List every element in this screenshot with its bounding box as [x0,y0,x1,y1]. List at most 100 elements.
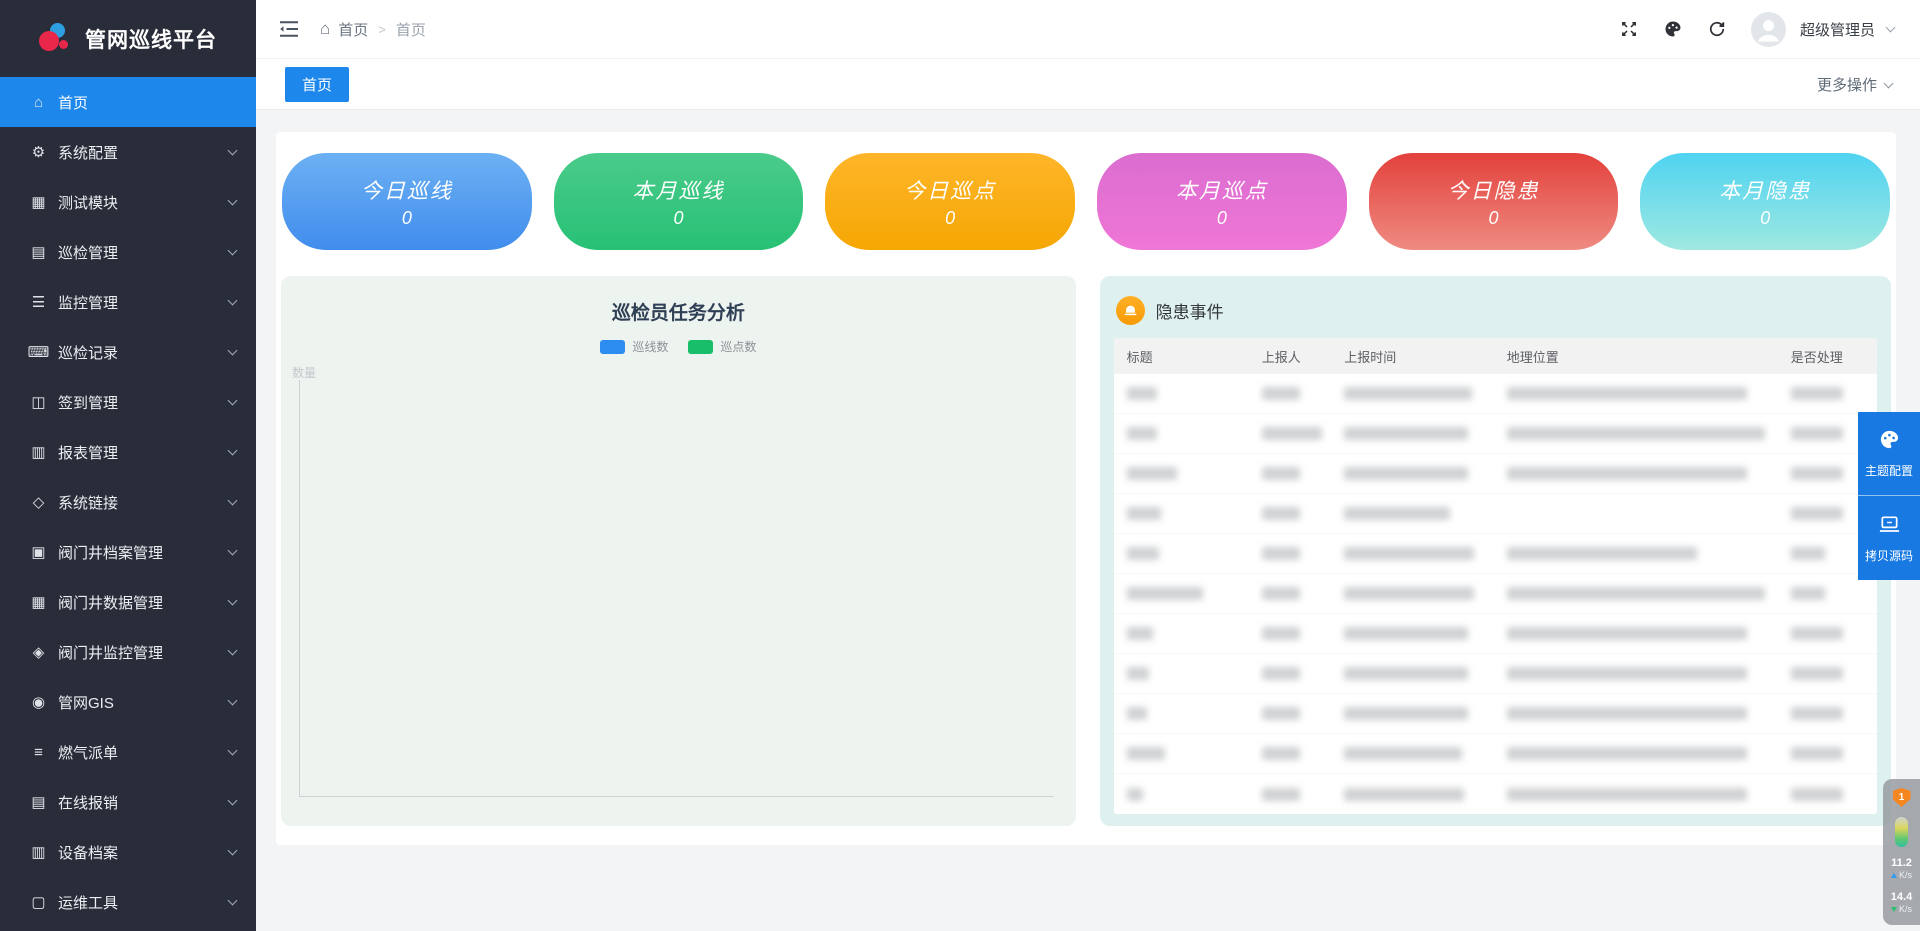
upload-unit: K/s [1899,870,1912,881]
download-unit: K/s [1899,904,1912,915]
sidebar-item-15[interactable]: ▥设备档案 [0,827,256,877]
chevron-down-icon [228,496,238,506]
speed-gauge-icon [1895,817,1908,847]
legend-label: 巡点数 [720,338,756,355]
table-row[interactable] [1114,494,1877,534]
sidebar: 管网巡线平台 ⌂首页⚙系统配置▦测试模块▤巡检管理 ☰ 监控管理 ⌨巡检记录◫签到管理… [0,0,256,931]
fullscreen-icon[interactable] [1619,19,1639,39]
column-header-0: 标题 [1114,347,1249,366]
refresh-icon[interactable] [1707,19,1727,39]
chart-plot-area [299,380,1054,797]
stat-card-2[interactable]: 今日巡点 0 [825,153,1075,250]
sidebar-item-14[interactable]: ▤在线报销 [0,777,256,827]
table-row[interactable] [1114,454,1877,494]
stat-card-value: 0 [674,208,684,229]
float-button-0[interactable]: 主题配置 [1858,412,1920,496]
sidebar-item-9[interactable]: ▣阀门井档案管理 [0,527,256,577]
sidebar-item-11[interactable]: ◈阀门井监控管理 [0,627,256,677]
legend-item[interactable]: 巡点数 [688,338,756,355]
table-cell-redacted [1331,387,1494,400]
legend-item[interactable]: 巡线数 [600,338,668,355]
sidebar-item-3[interactable]: ▤巡检管理 [0,227,256,277]
table-cell-redacted [1249,427,1331,440]
sidebar-item-16[interactable]: ▢运维工具 [0,877,256,927]
sidebar-item-8[interactable]: ◇系统链接 [0,477,256,527]
chevron-down-icon [228,696,238,706]
sidebar-item-1[interactable]: ⚙系统配置 [0,127,256,177]
stat-card-label: 本月巡线 [633,175,725,205]
terminal-icon: ▢ [27,893,50,911]
avatar[interactable] [1751,12,1786,47]
tab-home[interactable]: 首页 [285,67,349,102]
monitor-list-icon: ☰ [27,293,50,311]
table-row[interactable] [1114,654,1877,694]
table-row[interactable] [1114,374,1877,414]
table-row[interactable] [1114,414,1877,454]
table-row[interactable] [1114,694,1877,734]
stat-card-value: 0 [1760,208,1770,229]
chevron-down-icon [1884,78,1894,88]
sidebar-item-12[interactable]: ◉管网GIS [0,677,256,727]
sidebar-item-5[interactable]: ⌨巡检记录 [0,327,256,377]
table-cell-redacted [1249,387,1331,400]
calendar-icon: ▦ [27,593,50,611]
more-actions-button[interactable]: 更多操作 [1817,74,1892,95]
palette-icon[interactable] [1663,19,1683,39]
sidebar-item-7[interactable]: ▥报表管理 [0,427,256,477]
chevron-down-icon [228,246,238,256]
table-row[interactable] [1114,534,1877,574]
y-axis-label: 数量 [292,364,316,381]
hazard-events-panel: 隐患事件 标题上报人上报时间地理位置是否处理 [1100,276,1891,826]
download-speed: 14.4 K/s [1891,891,1912,915]
sidebar-item-13[interactable]: ≡燃气派单 [0,727,256,777]
column-header-4: 是否处理 [1778,347,1877,366]
table-cell-redacted [1114,467,1249,480]
shield-badge-icon[interactable]: 1 [1893,788,1911,807]
stat-card-value: 0 [945,208,955,229]
sidebar-item-10[interactable]: ▦ 阀门井数据管理 [0,577,256,627]
app-title: 管网巡线平台 [85,24,217,54]
user-name[interactable]: 超级管理员 [1800,19,1875,40]
table-row[interactable] [1114,614,1877,654]
float-button-1[interactable]: 拷贝源码 [1858,496,1920,580]
stat-card-label: 今日巡点 [904,175,996,205]
table-row[interactable] [1114,574,1877,614]
sidebar-item-label: 设备档案 [58,842,229,863]
sidebar-item-label: 阀门井数据管理 [58,592,229,613]
home-icon[interactable]: ⌂ [320,19,330,39]
breadcrumb-current: 首页 [396,19,426,40]
table-cell-redacted [1494,467,1778,480]
sidebar-item-0[interactable]: ⌂首页 [0,77,256,127]
stat-card-5[interactable]: 本月隐患0 [1640,153,1890,250]
table-cell-redacted [1331,427,1494,440]
sidebar-item-label: 监控管理 [58,292,229,313]
breadcrumb-home-link[interactable]: 首页 [338,19,368,40]
table-cell-redacted [1249,788,1331,801]
sidebar-item-2[interactable]: ▦测试模块 [0,177,256,227]
stat-card-3[interactable]: 本月巡点0 [1097,153,1347,250]
app-logo[interactable]: 管网巡线平台 [0,0,256,77]
list-icon: ≡ [27,744,50,761]
table-cell-redacted [1778,788,1877,801]
user-menu-chevron-icon[interactable] [1886,23,1896,33]
table-row[interactable] [1114,734,1877,774]
stat-card-label: 今日巡线 [361,175,453,205]
stat-card-1[interactable]: 本月巡线 0 [554,153,804,250]
table-cell-redacted [1114,507,1249,520]
sidebar-item-label: 在线报销 [58,792,229,813]
sidebar-item-6[interactable]: ◫签到管理 [0,377,256,427]
stat-card-label: 本月巡点 [1176,175,1268,205]
table-cell-redacted [1249,467,1331,480]
legend-swatch [688,340,713,354]
stat-card-label: 今日隐患 [1448,175,1540,205]
sidebar-item-4[interactable]: ☰ 监控管理 [0,277,256,327]
menu-fold-icon[interactable] [279,20,299,38]
laptop-icon: ⌨ [27,343,50,361]
table-cell-redacted [1249,507,1331,520]
stat-card-4[interactable]: 今日隐患0 [1369,153,1619,250]
table-row[interactable] [1114,774,1877,814]
table-cell-redacted [1331,467,1494,480]
sidebar-menu: ⌂首页⚙系统配置▦测试模块▤巡检管理 ☰ 监控管理 ⌨巡检记录◫签到管理▥报表管理◇系… [0,77,256,927]
table-cell-redacted [1494,627,1778,640]
stat-card-0[interactable]: 今日巡线0 [282,153,532,250]
